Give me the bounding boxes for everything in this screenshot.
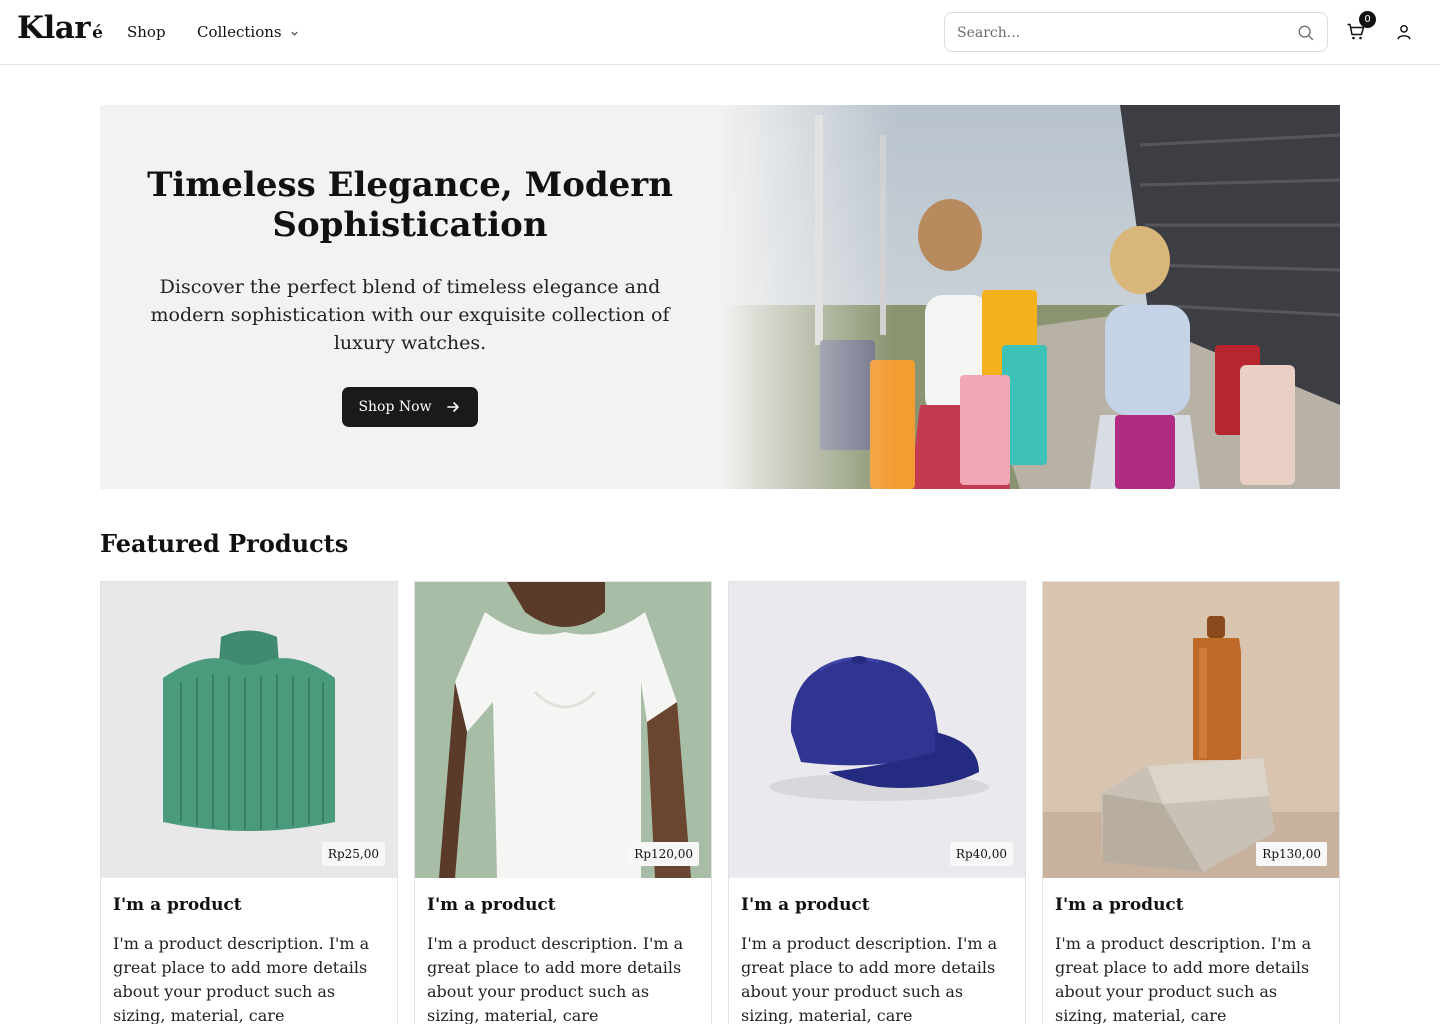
search-input[interactable] <box>957 22 1277 44</box>
product-card[interactable]: Rp25,00 I'm a product I'm a product desc… <box>100 581 398 1024</box>
search-box <box>944 12 1328 52</box>
product-name: I'm a product <box>741 895 870 915</box>
hero-banner: Timeless Elegance, Modern Sophistication… <box>100 105 1340 489</box>
product-card[interactable]: Rp130,00 I'm a product I'm a product des… <box>1042 581 1340 1024</box>
product-image: Rp120,00 <box>415 582 711 878</box>
product-price: Rp25,00 <box>321 842 385 866</box>
product-description: I'm a product description. I'm a great p… <box>113 934 370 1024</box>
shop-now-label: Shop Now <box>358 399 432 415</box>
tshirt-image <box>439 582 691 878</box>
product-image: Rp40,00 <box>729 582 1025 878</box>
shop-now-button[interactable]: Shop Now <box>342 387 478 427</box>
product-price: Rp120,00 <box>628 842 699 866</box>
product-description: I'm a product description. I'm a great p… <box>741 934 998 1024</box>
brand-accent: é <box>92 23 103 43</box>
product-name: I'm a product <box>427 895 556 915</box>
nav-collections-label: Collections <box>197 23 282 41</box>
hero-text: Timeless Elegance, Modern Sophistication… <box>140 165 680 427</box>
product-name: I'm a product <box>113 895 242 915</box>
product-price: Rp40,00 <box>949 842 1013 866</box>
product-grid: Rp25,00 I'm a product I'm a product desc… <box>100 581 1340 1024</box>
product-image: Rp130,00 <box>1043 582 1339 878</box>
search-icon[interactable] <box>1297 24 1315 42</box>
hero-subtitle: Discover the perfect blend of timeless e… <box>150 276 670 354</box>
bottle-image <box>1043 616 1339 878</box>
product-description: I'm a product description. I'm a great p… <box>427 934 684 1024</box>
product-description: I'm a product description. I'm a great p… <box>1055 934 1312 1024</box>
hero-image <box>720 105 1340 489</box>
brand-name: Klar <box>17 10 91 46</box>
cap-image <box>769 656 989 801</box>
cart-count-badge: 0 <box>1359 11 1376 28</box>
product-image: Rp25,00 <box>101 582 397 878</box>
arrow-right-icon <box>446 402 459 412</box>
product-name: I'm a product <box>1055 895 1184 915</box>
site-header: Klaré Shop Collections 0 <box>0 0 1440 65</box>
product-card[interactable]: Rp120,00 I'm a product I'm a product des… <box>414 581 712 1024</box>
chevron-down-icon <box>291 31 298 36</box>
nav-collections[interactable]: Collections <box>197 22 299 42</box>
product-card[interactable]: Rp40,00 I'm a product I'm a product desc… <box>728 581 1026 1024</box>
hero-title: Timeless Elegance, Modern Sophistication <box>147 165 673 245</box>
sweater-image <box>163 630 335 831</box>
product-price: Rp130,00 <box>1256 842 1327 866</box>
nav-shop[interactable]: Shop <box>127 22 166 42</box>
brand-logo[interactable]: Klar é <box>17 8 103 53</box>
featured-title: Featured Products <box>100 529 349 558</box>
user-icon[interactable] <box>1395 23 1413 41</box>
